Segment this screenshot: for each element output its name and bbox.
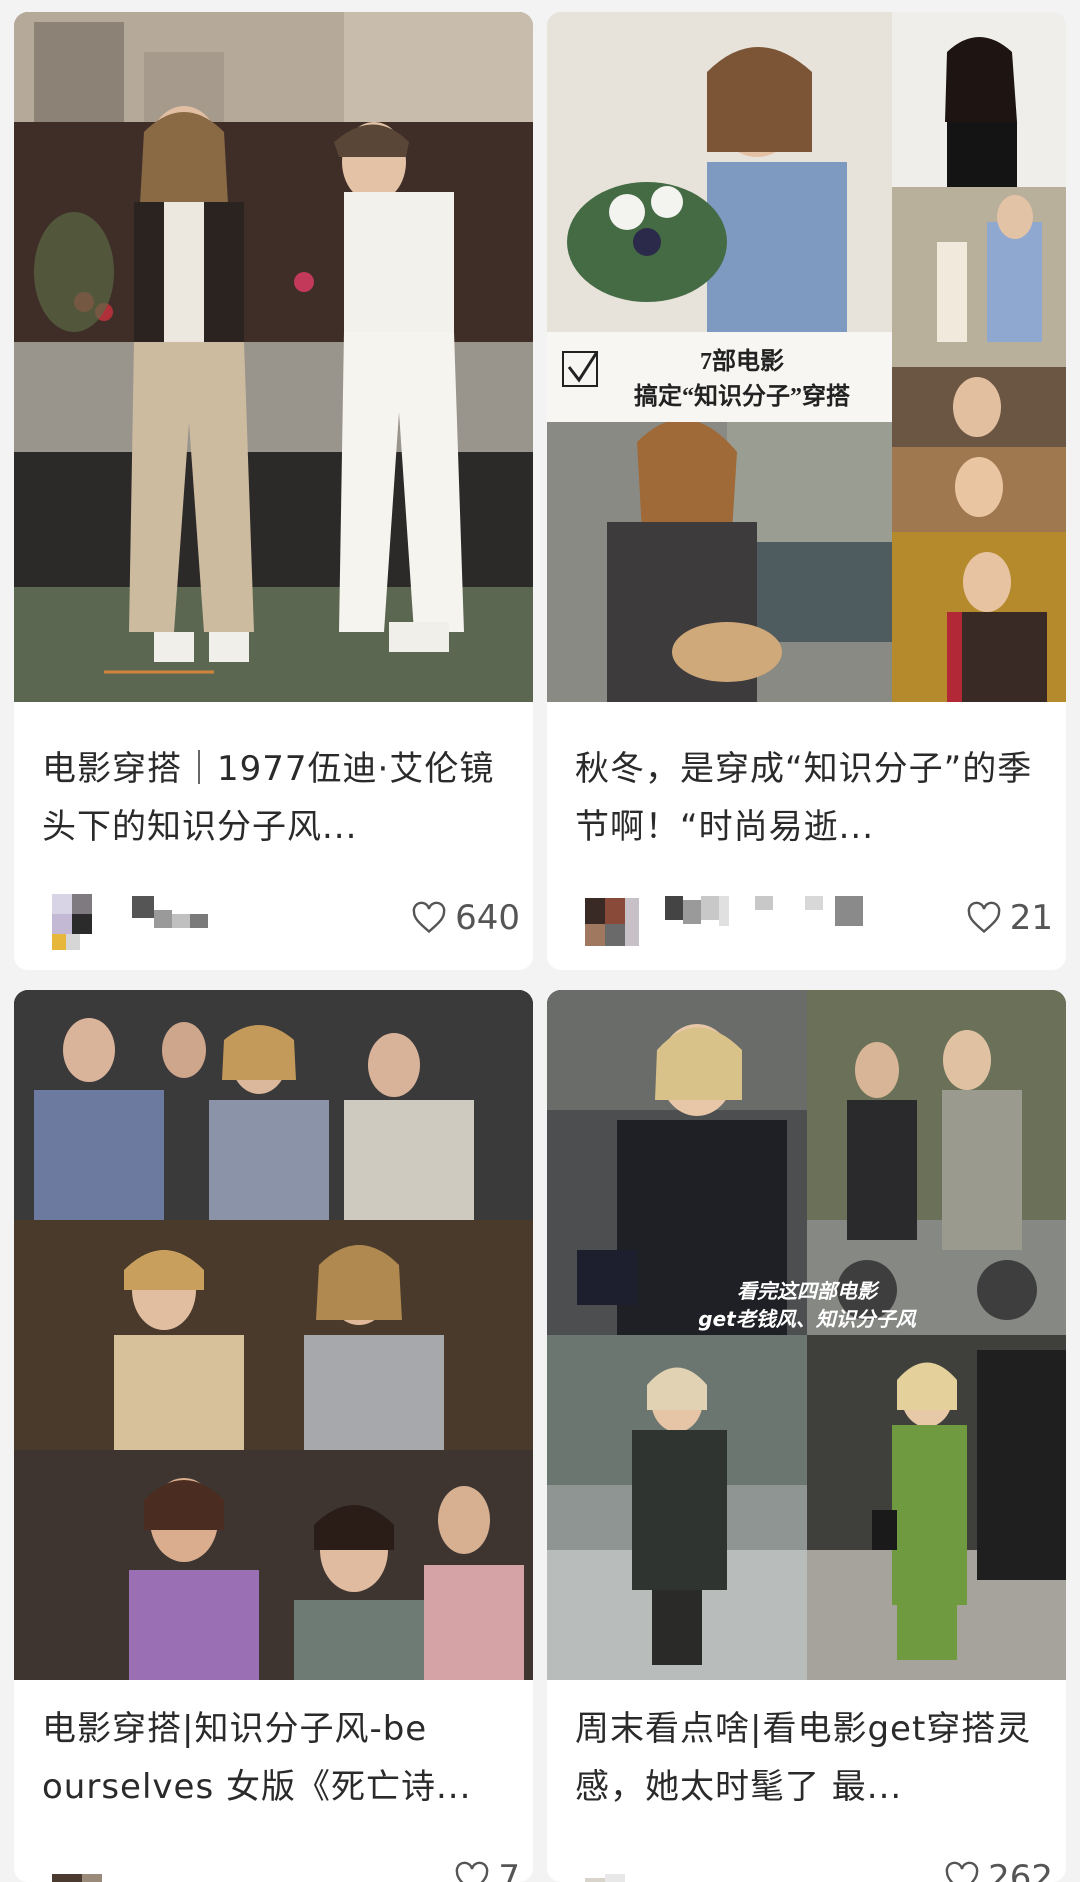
post-card[interactable]: 看完这四部电影 get老钱风、知识分子风 周末看点啥|看电影get穿搭灵感，她太… — [547, 990, 1066, 1882]
like-count[interactable]: 262 — [944, 1856, 1053, 1882]
post-meta: 640 — [42, 890, 520, 950]
heart-outline-icon — [945, 1861, 979, 1882]
author-avatar[interactable] — [585, 1854, 641, 1882]
author-name-mosaic[interactable] — [132, 896, 332, 936]
author-name-mosaic[interactable] — [665, 896, 865, 936]
post-meta: 262 — [575, 1850, 1053, 1882]
cover-photo — [14, 12, 533, 702]
author-avatar[interactable] — [52, 1854, 108, 1882]
author-avatar[interactable] — [585, 894, 641, 950]
post-title[interactable]: 电影穿搭｜1977伍迪·艾伦镜头下的知识分子风... — [42, 740, 512, 856]
like-count[interactable]: 640 — [411, 896, 520, 940]
post-title[interactable]: 秋冬，是穿成“知识分子”的季节啊！“时尚易逝... — [575, 740, 1045, 856]
cover-overlay-line2: get老钱风、知识分子风 — [698, 1307, 917, 1331]
post-feed-grid: 电影穿搭｜1977伍迪·艾伦镜头下的知识分子风... 640 7部电影 搞定“知… — [0, 0, 1080, 1882]
cover-overlay-line1: 看完这四部电影 — [737, 1279, 880, 1303]
post-meta: 21 — [575, 890, 1053, 950]
like-count-value: 21 — [1009, 898, 1053, 938]
author-avatar[interactable] — [52, 894, 108, 950]
post-cover-image[interactable] — [14, 12, 533, 702]
post-cover-image[interactable]: 看完这四部电影 get老钱风、知识分子风 — [547, 990, 1066, 1680]
cover-photo: 看完这四部电影 get老钱风、知识分子风 — [547, 990, 1066, 1680]
post-title[interactable]: 周末看点啥|看电影get穿搭灵感，她太时髦了 最... — [575, 1700, 1045, 1816]
post-cover-image[interactable] — [14, 990, 533, 1680]
post-meta: 7 — [42, 1850, 520, 1882]
like-count-value: 262 — [988, 1858, 1053, 1882]
cover-photo — [14, 990, 533, 1680]
post-title[interactable]: 电影穿搭|知识分子风-be ourselves 女版《死亡诗... — [42, 1700, 512, 1816]
heart-outline-icon — [456, 1861, 489, 1882]
cover-overlay-line2: 搞定“知识分子”穿搭 — [634, 382, 850, 410]
post-card[interactable]: 7部电影 搞定“知识分子”穿搭 秋冬，是穿成“知识分子”的季节啊！“时尚易逝..… — [547, 12, 1066, 970]
like-count-value: 640 — [455, 898, 520, 938]
like-count[interactable]: 7 — [454, 1856, 520, 1882]
cover-photo: 7部电影 搞定“知识分子”穿搭 — [547, 12, 1066, 702]
post-cover-image[interactable]: 7部电影 搞定“知识分子”穿搭 — [547, 12, 1066, 702]
post-card[interactable]: 电影穿搭｜1977伍迪·艾伦镜头下的知识分子风... 640 — [14, 12, 533, 970]
like-count[interactable]: 21 — [966, 896, 1053, 940]
like-count-value: 7 — [498, 1858, 520, 1882]
heart-outline-icon — [412, 901, 446, 934]
cover-overlay-line1: 7部电影 — [700, 347, 784, 375]
heart-outline-icon — [967, 901, 1001, 934]
post-card[interactable]: 电影穿搭|知识分子风-be ourselves 女版《死亡诗... 7 — [14, 990, 533, 1882]
